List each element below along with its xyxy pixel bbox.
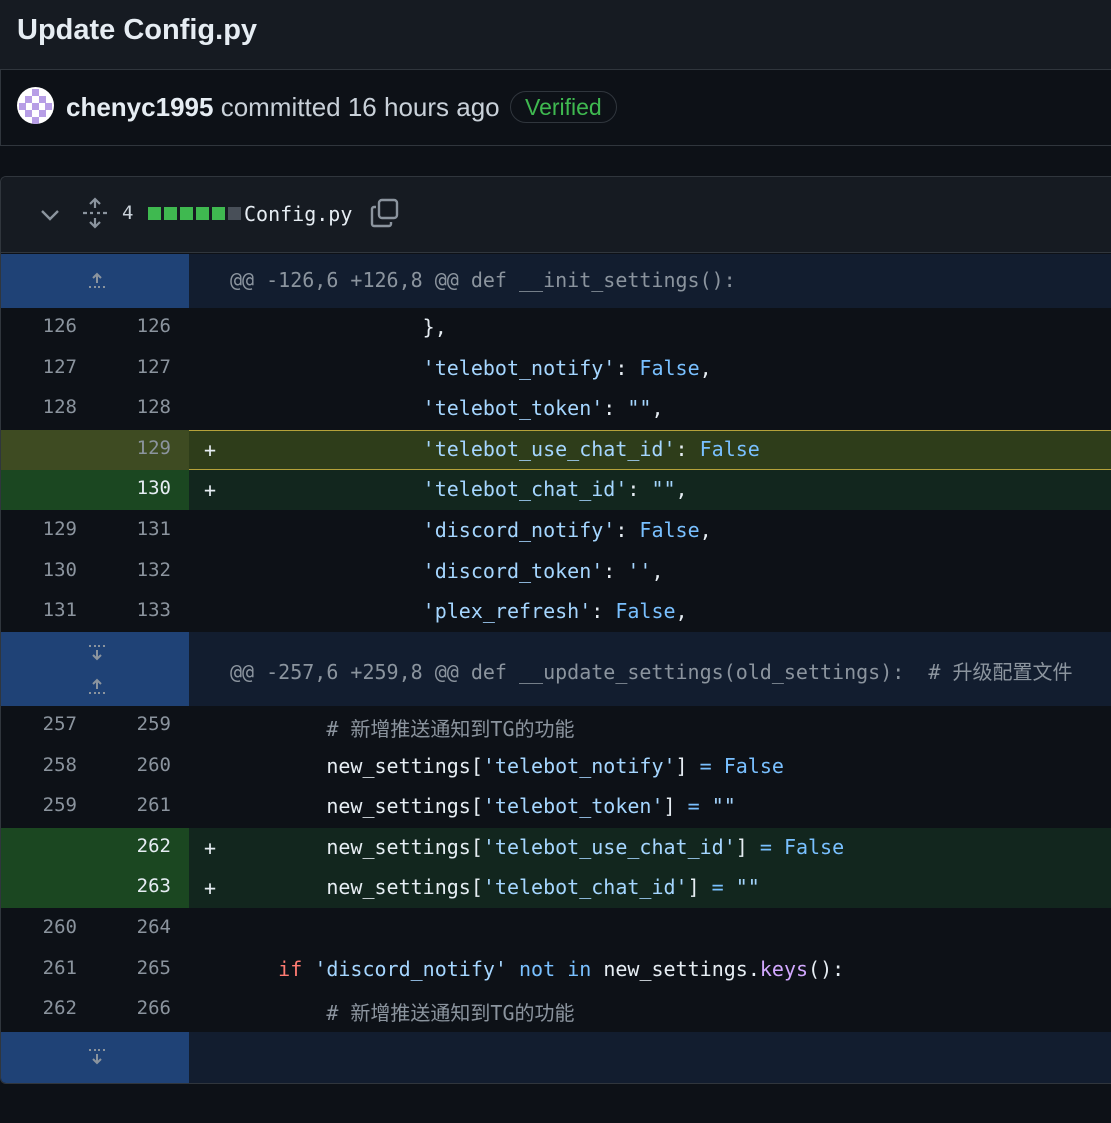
old-line-number[interactable]: 129 bbox=[17, 518, 77, 540]
chevron-down-icon[interactable] bbox=[37, 201, 63, 227]
old-line-number[interactable]: 262 bbox=[17, 997, 77, 1019]
diffstat-square bbox=[212, 207, 225, 220]
new-line-number[interactable]: 126 bbox=[111, 315, 171, 337]
diff-sign: + bbox=[204, 478, 217, 503]
commit-meta: chenyc1995 committed 16 hours ago Verifi… bbox=[0, 70, 1111, 146]
commit-summary: chenyc1995 committed 16 hours ago bbox=[66, 92, 500, 123]
diff-line-added: 130 + 'telebot_chat_id': "", bbox=[1, 470, 1111, 511]
diffstat-square bbox=[180, 207, 193, 220]
diff-sign: + bbox=[204, 437, 217, 462]
hunk-header-row bbox=[1, 1032, 1111, 1083]
new-line-number[interactable]: 266 bbox=[111, 997, 171, 1019]
expand-up-icon[interactable] bbox=[88, 678, 106, 695]
diffstat-square bbox=[228, 207, 241, 220]
old-line-number[interactable]: 257 bbox=[17, 713, 77, 735]
old-line-number[interactable]: 130 bbox=[17, 559, 77, 581]
diff-line-context: 257 259 # 新增推送通知到TG的功能 bbox=[1, 706, 1111, 746]
diff-line-added: 262 + new_settings['telebot_use_chat_id']… bbox=[1, 827, 1111, 868]
verified-badge[interactable]: Verified bbox=[510, 91, 617, 123]
expand-down-icon[interactable] bbox=[88, 1048, 106, 1065]
diff-line-context: 126 126 }, bbox=[1, 308, 1111, 348]
old-line-number[interactable]: 258 bbox=[17, 754, 77, 776]
expand-up-icon[interactable] bbox=[88, 272, 106, 289]
diff-line-context: 131 133 'plex_refresh': False, bbox=[1, 592, 1111, 632]
new-line-number[interactable]: 264 bbox=[111, 916, 171, 938]
diff-line-context: 258 260 new_settings['telebot_notify'] = … bbox=[1, 747, 1111, 787]
old-line-number[interactable]: 127 bbox=[17, 356, 77, 378]
new-line-number[interactable]: 262 bbox=[111, 835, 171, 857]
new-line-number[interactable]: 260 bbox=[111, 754, 171, 776]
old-line-number[interactable]: 131 bbox=[17, 599, 77, 621]
code-line: 'telebot_token': "", bbox=[422, 396, 664, 421]
author-link[interactable]: chenyc1995 bbox=[66, 92, 213, 122]
diff-line-context: 127 127 'telebot_notify': False, bbox=[1, 349, 1111, 389]
code-line: 'telebot_notify': False, bbox=[422, 355, 712, 380]
page-title: Update Config.py bbox=[17, 14, 258, 46]
new-line-number[interactable]: 127 bbox=[111, 356, 171, 378]
code-line: if 'discord_notify' not in new_settings.… bbox=[278, 956, 845, 981]
diff-line-added: 263 + new_settings['telebot_chat_id'] = "… bbox=[1, 868, 1111, 909]
hunk-header-text: @@ -126,6 +126,8 @@ def __init_settings(… bbox=[230, 268, 736, 292]
change-count: 4 bbox=[122, 202, 134, 224]
new-line-number[interactable]: 265 bbox=[111, 957, 171, 979]
new-line-number[interactable]: 129 bbox=[111, 437, 171, 459]
diffstat-square bbox=[196, 207, 209, 220]
avatar[interactable] bbox=[17, 87, 54, 124]
new-line-number[interactable]: 130 bbox=[111, 477, 171, 499]
new-line-number[interactable]: 132 bbox=[111, 559, 171, 581]
new-line-number[interactable]: 259 bbox=[111, 713, 171, 735]
new-line-number[interactable]: 261 bbox=[111, 794, 171, 816]
new-line-number[interactable]: 263 bbox=[111, 875, 171, 897]
diff-line-context: 129 131 'discord_notify': False, bbox=[1, 511, 1111, 551]
diffstat-square bbox=[164, 207, 177, 220]
old-line-number[interactable]: 128 bbox=[17, 396, 77, 418]
code-line: # 新增推送通知到TG的功能 bbox=[326, 717, 575, 741]
code-line: 'plex_refresh': False, bbox=[422, 599, 688, 624]
code-line: 'discord_token': '', bbox=[422, 558, 664, 583]
code-line: 'discord_notify': False, bbox=[422, 518, 712, 542]
code-line: new_settings['telebot_notify'] = False bbox=[230, 753, 784, 778]
diff-line-added: 129 + 'telebot_use_chat_id': False bbox=[1, 429, 1111, 470]
diff-line-context: 259 261 new_settings['telebot_token'] = "… bbox=[1, 787, 1111, 827]
file-header: 4 Config.py bbox=[1, 177, 1111, 253]
old-line-number[interactable]: 261 bbox=[17, 957, 77, 979]
old-line-number[interactable]: 259 bbox=[17, 794, 77, 816]
diff-line-context: 128 128 'telebot_token': "", bbox=[1, 389, 1111, 429]
commit-time: 16 hours ago bbox=[347, 92, 500, 122]
diff-line-context: 130 132 'discord_token': '', bbox=[1, 552, 1111, 592]
hunk-header-text: @@ -257,6 +259,8 @@ def __update_setting… bbox=[230, 660, 1073, 684]
commit-action: committed bbox=[220, 92, 341, 122]
diff-sign: + bbox=[204, 835, 217, 860]
hunk-header-row: @@ -257,6 +259,8 @@ def __update_setting… bbox=[1, 632, 1111, 706]
diff-sign: + bbox=[204, 876, 217, 901]
new-line-number[interactable]: 131 bbox=[111, 518, 171, 540]
copy-icon[interactable] bbox=[369, 197, 401, 229]
code-line: # 新增推送通知到TG的功能 bbox=[326, 1001, 575, 1026]
code-line: new_settings['telebot_token'] = "" bbox=[230, 794, 736, 819]
expand-down-icon[interactable] bbox=[88, 644, 106, 661]
code-line: 'telebot_chat_id': "", bbox=[422, 477, 688, 502]
file-diff: 4 Config.py @@ -126,6 +126,8 @@ def __in… bbox=[0, 176, 1111, 1084]
file-name[interactable]: Config.py bbox=[244, 202, 352, 226]
diff-line-context: 262 266 # 新增推送通知到TG的功能 bbox=[1, 990, 1111, 1030]
unfold-icon[interactable] bbox=[81, 197, 109, 229]
diffstat-bar bbox=[148, 207, 244, 223]
code-line: new_settings['telebot_chat_id'] = "" bbox=[230, 875, 760, 900]
hunk-header-row: @@ -126,6 +126,8 @@ def __init_settings(… bbox=[1, 254, 1111, 308]
code-line: 'telebot_use_chat_id': False bbox=[422, 436, 760, 461]
code-line: new_settings['telebot_use_chat_id'] = Fa… bbox=[230, 834, 845, 859]
commit-title-bar: Update Config.py bbox=[0, 0, 1111, 70]
code-line: }, bbox=[230, 315, 447, 339]
diff-line-context: 260 264 bbox=[1, 909, 1111, 949]
old-line-number[interactable]: 126 bbox=[17, 315, 77, 337]
diffstat-square bbox=[148, 207, 161, 220]
old-line-number[interactable]: 260 bbox=[17, 916, 77, 938]
new-line-number[interactable]: 128 bbox=[111, 396, 171, 418]
diff-line-context: 261 265 if 'discord_notify' not in new_se… bbox=[1, 950, 1111, 990]
new-line-number[interactable]: 133 bbox=[111, 599, 171, 621]
